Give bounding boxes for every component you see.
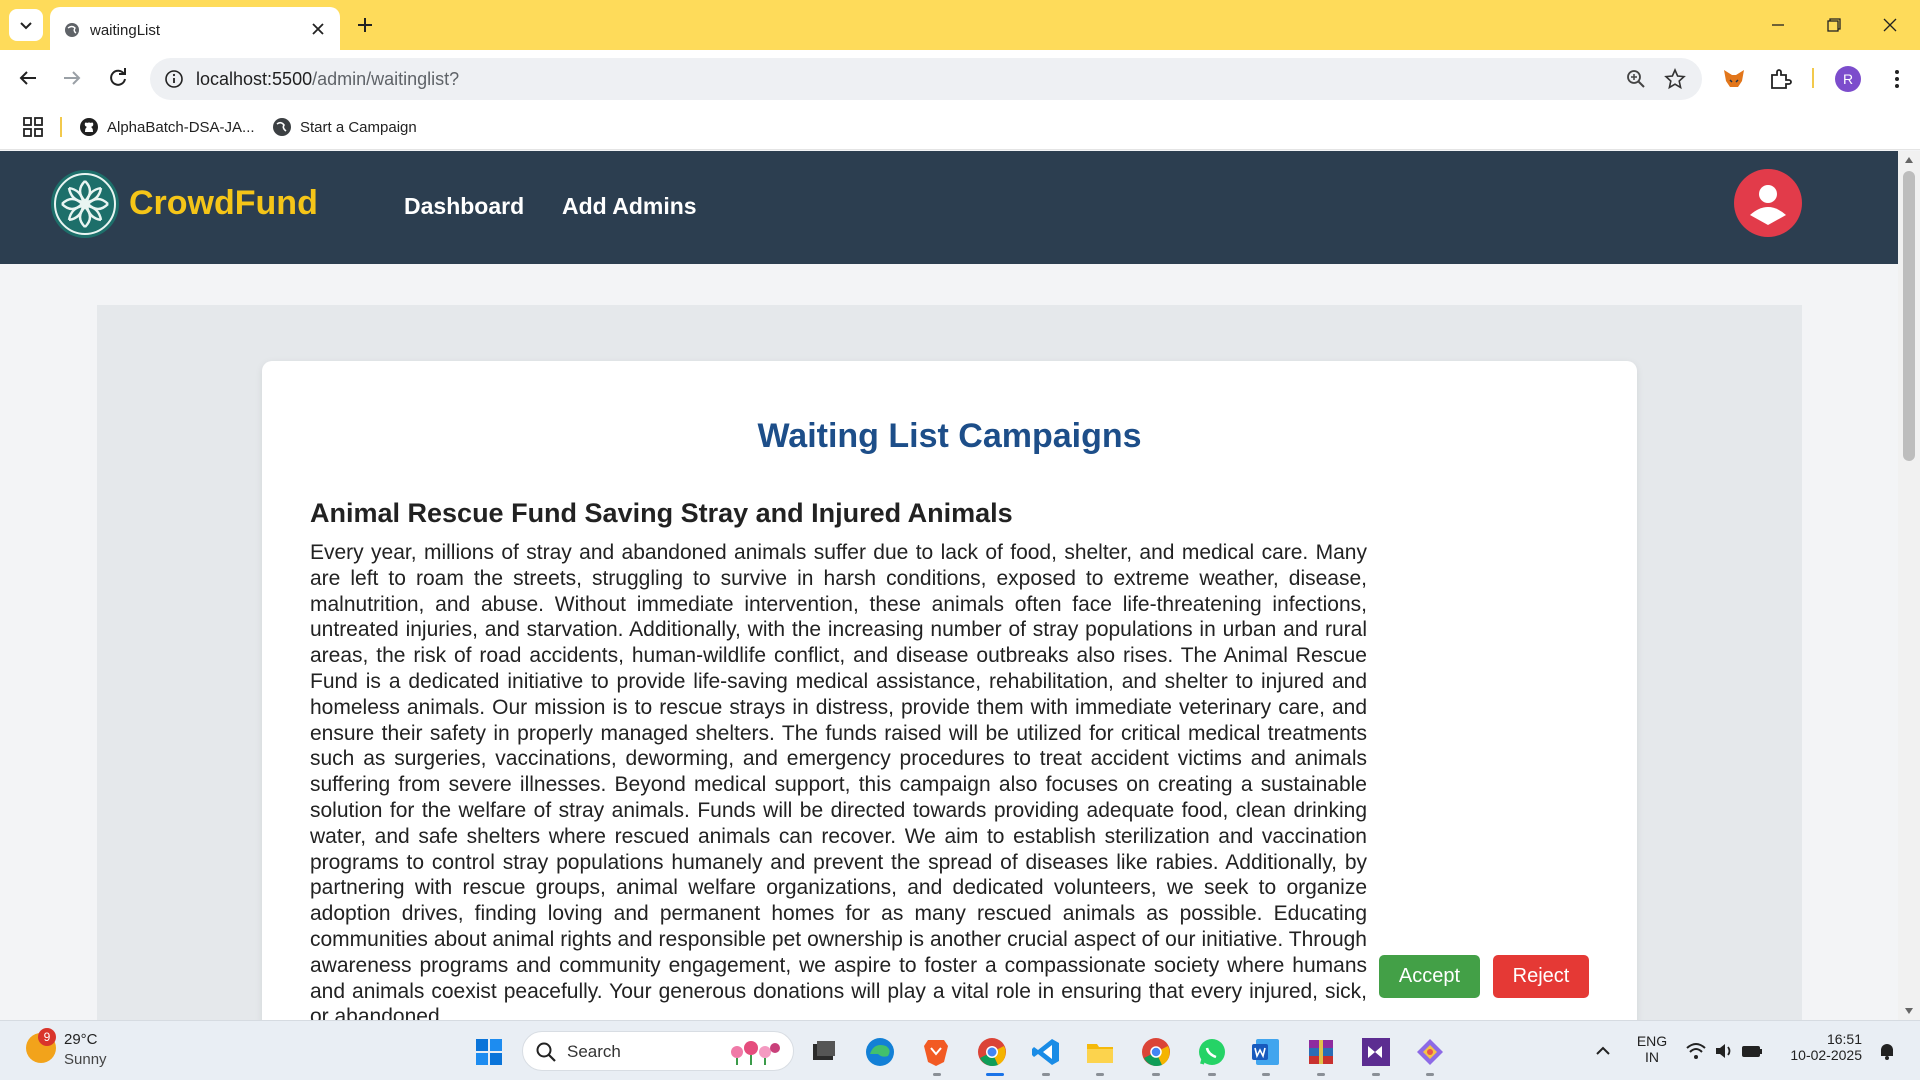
running-indicator bbox=[933, 1073, 941, 1076]
weather-temperature: 29°C bbox=[64, 1031, 98, 1048]
search-label: Search bbox=[567, 1042, 621, 1061]
site-info-icon[interactable] bbox=[164, 69, 184, 89]
nav-link-add-admins[interactable]: Add Admins bbox=[562, 193, 697, 220]
toolbar-divider bbox=[1812, 68, 1814, 88]
whatsapp-icon[interactable] bbox=[1196, 1036, 1228, 1068]
page-scrollbar[interactable] bbox=[1898, 151, 1920, 1020]
running-indicator bbox=[1152, 1073, 1160, 1076]
user-avatar-button[interactable] bbox=[1734, 169, 1802, 237]
browser-tab-bar: waitingList bbox=[0, 0, 1920, 50]
wifi-icon[interactable] bbox=[1685, 1041, 1707, 1061]
profile-avatar-button[interactable]: R bbox=[1835, 66, 1861, 92]
url-text[interactable]: localhost:5500/admin/waitinglist? bbox=[196, 69, 459, 90]
winrar-icon[interactable] bbox=[1305, 1036, 1337, 1068]
brave-browser-icon[interactable] bbox=[920, 1036, 952, 1068]
waiting-list-card: Waiting List Campaigns Animal Rescue Fun… bbox=[262, 361, 1637, 1020]
search-icon bbox=[536, 1042, 556, 1062]
page-title: Waiting List Campaigns bbox=[757, 417, 1142, 455]
chevron-up-icon[interactable] bbox=[1592, 1041, 1614, 1061]
accept-button[interactable]: Accept bbox=[1379, 955, 1480, 998]
user-icon bbox=[1750, 185, 1786, 225]
visual-studio-icon[interactable] bbox=[1360, 1036, 1392, 1068]
vscode-icon[interactable] bbox=[1030, 1036, 1062, 1068]
scrollbar-thumb[interactable] bbox=[1903, 171, 1915, 461]
metamask-fox-icon[interactable] bbox=[1722, 67, 1746, 91]
volume-icon[interactable] bbox=[1713, 1041, 1735, 1061]
clock-date: 10-02-2025 bbox=[1790, 1047, 1862, 1063]
campaign-description: Every year, millions of stray and abando… bbox=[310, 541, 1367, 1020]
globe-icon bbox=[273, 118, 291, 136]
tab-search-button[interactable] bbox=[9, 9, 43, 41]
taskbar-search[interactable]: Search bbox=[522, 1031, 794, 1071]
reload-icon[interactable] bbox=[106, 66, 130, 90]
close-icon bbox=[1883, 18, 1897, 32]
restore-icon bbox=[1827, 18, 1841, 32]
clock-time: 16:51 bbox=[1826, 1031, 1862, 1047]
crowdfund-logo-icon[interactable] bbox=[50, 169, 120, 239]
git-kraken-icon[interactable] bbox=[1414, 1036, 1446, 1068]
apps-grid-icon[interactable] bbox=[22, 116, 44, 138]
back-arrow-icon[interactable] bbox=[16, 66, 40, 90]
running-indicator bbox=[1372, 1073, 1380, 1076]
minimize-button[interactable] bbox=[1766, 13, 1790, 37]
active-indicator bbox=[986, 1073, 1004, 1076]
running-indicator bbox=[1096, 1073, 1104, 1076]
forward-arrow-icon[interactable] bbox=[60, 66, 84, 90]
extensions-puzzle-icon[interactable] bbox=[1768, 67, 1792, 91]
kebab-menu-icon[interactable] bbox=[1885, 67, 1909, 91]
tab-title: waitingList bbox=[90, 22, 161, 39]
bookmark-alphabatch[interactable]: AlphaBatch-DSA-JA... bbox=[79, 116, 255, 138]
clock[interactable]: 16:51 10-02-2025 bbox=[1782, 1031, 1862, 1063]
running-indicator bbox=[1042, 1073, 1050, 1076]
flowers-decoration-icon bbox=[731, 1041, 780, 1065]
language-region: IN bbox=[1645, 1049, 1659, 1065]
edge-browser-icon[interactable] bbox=[864, 1036, 896, 1068]
running-indicator bbox=[1317, 1073, 1325, 1076]
scroll-up-icon[interactable] bbox=[1904, 155, 1914, 165]
brand-name[interactable]: CrowdFund bbox=[129, 184, 318, 223]
chevron-down-icon bbox=[20, 22, 32, 30]
language-indicator[interactable]: ENG IN bbox=[1632, 1033, 1672, 1065]
bookmark-label: AlphaBatch-DSA-JA... bbox=[107, 118, 255, 136]
weather-condition: Sunny bbox=[64, 1051, 107, 1068]
close-icon[interactable] bbox=[310, 21, 326, 37]
zoom-icon[interactable] bbox=[1626, 69, 1646, 89]
running-indicator bbox=[1262, 1073, 1270, 1076]
bookmark-start-campaign[interactable]: Start a Campaign bbox=[272, 116, 417, 138]
file-explorer-icon[interactable] bbox=[1084, 1036, 1116, 1068]
campaign-title: Animal Rescue Fund Saving Stray and Inju… bbox=[310, 498, 1013, 528]
running-indicator bbox=[1208, 1073, 1216, 1076]
word-icon[interactable] bbox=[1250, 1036, 1282, 1068]
running-indicator bbox=[1426, 1073, 1434, 1076]
new-tab-icon[interactable] bbox=[354, 14, 376, 36]
language-code: ENG bbox=[1636, 1033, 1668, 1049]
close-window-button[interactable] bbox=[1878, 13, 1902, 37]
minimize-icon bbox=[1772, 24, 1784, 26]
globe-icon bbox=[65, 23, 79, 37]
tab-waitinglist[interactable]: waitingList bbox=[50, 7, 340, 50]
battery-icon[interactable] bbox=[1741, 1041, 1763, 1061]
url-bar[interactable]: localhost:5500/admin/waitinglist? bbox=[150, 58, 1702, 100]
chrome-profile-icon[interactable] bbox=[1140, 1036, 1172, 1068]
chrome-browser-icon[interactable] bbox=[976, 1036, 1008, 1068]
github-icon bbox=[80, 118, 98, 136]
bookmark-star-icon[interactable] bbox=[1664, 68, 1686, 90]
restore-button[interactable] bbox=[1822, 13, 1846, 37]
windows-start-icon[interactable] bbox=[473, 1036, 505, 1068]
url-host: localhost:5500 bbox=[196, 69, 313, 89]
web-page: CrowdFund Dashboard Add Admins Waiting L… bbox=[0, 151, 1898, 1020]
url-path: /admin/waitinglist? bbox=[312, 69, 460, 89]
bookmark-label: Start a Campaign bbox=[300, 118, 417, 136]
site-navbar: CrowdFund Dashboard Add Admins bbox=[0, 151, 1898, 264]
windows-taskbar: 9 29°C Sunny Search ENG IN 16:51 10-02-2… bbox=[0, 1020, 1920, 1080]
notifications-bell-icon[interactable] bbox=[1876, 1041, 1898, 1061]
nav-link-dashboard[interactable]: Dashboard bbox=[404, 193, 524, 220]
bookmarks-divider bbox=[60, 117, 62, 137]
bookmarks-bar: AlphaBatch-DSA-JA... Start a Campaign bbox=[0, 105, 1920, 150]
reject-button[interactable]: Reject bbox=[1493, 955, 1589, 998]
task-view-icon[interactable] bbox=[808, 1036, 840, 1068]
weather-alert-badge: 9 bbox=[38, 1028, 56, 1046]
scroll-down-icon[interactable] bbox=[1904, 1006, 1914, 1016]
